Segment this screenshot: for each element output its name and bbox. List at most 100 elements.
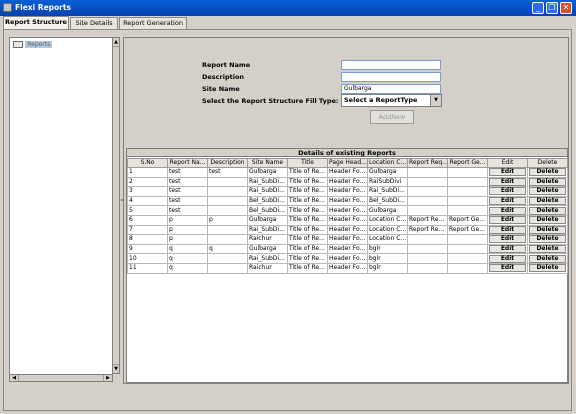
delete-button[interactable]: Delete [529, 235, 566, 244]
delete-cell: Delete [527, 214, 568, 226]
column-header[interactable]: Site Name [247, 158, 288, 168]
table-cell: Rai_SubDi... [247, 176, 288, 188]
edit-cell: Edit [487, 253, 528, 264]
tree-vertical-scrollbar[interactable]: ▲ ▼ [112, 37, 120, 374]
edit-button[interactable]: Edit [489, 168, 526, 177]
table-cell: 9 [127, 243, 168, 255]
delete-cell: Delete [527, 195, 568, 207]
table-row[interactable]: 1 test test Gulbarga Title of Re... Header Fo… [127, 167, 568, 178]
report-type-select[interactable]: Select a ReportType ▼ [341, 94, 442, 107]
edit-button[interactable]: Edit [489, 235, 526, 244]
table-cell [207, 186, 248, 197]
table-cell [407, 243, 448, 255]
table-cell: q [167, 262, 208, 274]
tab-site-details[interactable]: Site Details [70, 17, 118, 29]
delete-button[interactable]: Delete [529, 254, 566, 263]
edit-button[interactable]: Edit [489, 178, 526, 186]
tab-report-generation[interactable]: Report Generation [119, 17, 187, 29]
delete-button[interactable]: Delete [529, 178, 566, 186]
close-button[interactable]: ✕ [560, 2, 572, 14]
delete-button[interactable]: Delete [529, 216, 566, 225]
description-input[interactable] [341, 72, 441, 82]
column-header[interactable]: Report Req... [407, 158, 448, 168]
table-cell: 3 [127, 186, 168, 197]
table-cell [447, 195, 488, 207]
table-cell [207, 224, 248, 236]
tree-horizontal-scrollbar[interactable]: ◀ ▶ [9, 374, 113, 382]
add-new-button[interactable]: AddNew [370, 110, 414, 124]
table-row[interactable]: 2 test Rai_SubDi... Title of Re... Header Fo… [127, 176, 568, 188]
tree-root-node[interactable]: Reports [13, 40, 53, 49]
edit-cell: Edit [487, 224, 528, 236]
edit-button[interactable]: Edit [489, 206, 526, 215]
delete-button[interactable]: Delete [529, 264, 566, 273]
report-name-input[interactable] [341, 60, 441, 70]
minimize-button[interactable]: _ [532, 2, 544, 14]
table-row[interactable]: 9 q q Gulbarga Title of Re... Header Fo... bgl… [127, 243, 568, 255]
delete-button[interactable]: Delete [529, 226, 566, 234]
table-cell: Header Fo... [327, 234, 368, 245]
column-header[interactable]: Report Na... [167, 158, 208, 168]
scroll-down-icon[interactable]: ▼ [113, 365, 119, 373]
delete-button[interactable]: Delete [529, 206, 566, 215]
edit-button[interactable]: Edit [489, 187, 526, 196]
fill-type-label: Select the Report Structure Fill Type: [202, 97, 339, 105]
site-name-input[interactable]: Gulbarga [341, 84, 441, 94]
column-header[interactable]: Delete [527, 158, 568, 168]
maximize-button[interactable]: ❐ [546, 2, 558, 14]
edit-button[interactable]: Edit [489, 245, 526, 253]
table-row[interactable]: 3 test Rai_SubDi... Title of Re... Header Fo… [127, 186, 568, 197]
table-cell [207, 234, 248, 245]
delete-button[interactable]: Delete [529, 168, 566, 177]
scroll-left-icon[interactable]: ◀ [10, 375, 18, 381]
delete-button[interactable]: Delete [529, 197, 566, 205]
delete-cell: Delete [527, 253, 568, 264]
table-cell: Gulbarga [367, 167, 408, 178]
table-row[interactable]: 8 p Raichur Title of Re... Header Fo... Locat… [127, 234, 568, 245]
edit-button[interactable]: Edit [489, 264, 526, 273]
table-row[interactable]: 11 q Raichur Title of Re... Header Fo... bglr… [127, 262, 568, 274]
chevron-down-icon[interactable]: ▼ [430, 95, 441, 106]
table-cell [447, 253, 488, 264]
delete-button[interactable]: Delete [529, 245, 566, 253]
scroll-thumb[interactable] [113, 46, 119, 365]
report-tree[interactable]: Reports [9, 37, 113, 381]
edit-button[interactable]: Edit [489, 197, 526, 205]
tab-report-structure[interactable]: Report Structure [3, 16, 69, 29]
column-header[interactable]: Description [207, 158, 248, 168]
edit-button[interactable]: Edit [489, 254, 526, 263]
edit-button[interactable]: Edit [489, 226, 526, 234]
table-cell: Title of Re... [287, 205, 328, 216]
column-header[interactable]: Report Ge... [447, 158, 488, 168]
table-row[interactable]: 4 test Bel_SubDi... Title of Re... Header Fo… [127, 195, 568, 207]
table-cell [207, 262, 248, 274]
table-cell: test [167, 195, 208, 207]
edit-button[interactable]: Edit [489, 216, 526, 225]
table-cell: bglr [367, 253, 408, 264]
title-bar: Flexi Reports _ ❐ ✕ [0, 0, 576, 16]
table-cell: test [167, 186, 208, 197]
scroll-up-icon[interactable]: ▲ [113, 38, 119, 46]
delete-button[interactable]: Delete [529, 187, 566, 196]
column-header[interactable]: Title [287, 158, 328, 168]
table-row[interactable]: 6 p p Gulbarga Title of Re... Header Fo... Loc… [127, 214, 568, 226]
delete-cell: Delete [527, 176, 568, 188]
scroll-thumb-horizontal[interactable] [18, 375, 104, 381]
table-cell: q [167, 253, 208, 264]
edit-cell: Edit [487, 205, 528, 216]
column-header[interactable]: Edit [487, 158, 528, 168]
table-row[interactable]: 10 q Rai_SubDi... Title of Re... Header Fo..… [127, 253, 568, 264]
table-cell: Rai_SubDi... [247, 253, 288, 264]
table-row[interactable]: 7 p Rai_SubDi... Title of Re... Header Fo...… [127, 224, 568, 236]
edit-cell: Edit [487, 195, 528, 207]
column-header[interactable]: Location C... [367, 158, 408, 168]
scroll-right-icon[interactable]: ▶ [104, 375, 112, 381]
column-header[interactable]: Page Head... [327, 158, 368, 168]
column-header[interactable]: S.No [127, 158, 168, 168]
table-cell: Header Fo... [327, 167, 368, 178]
table-row[interactable]: 5 test Bel_SubDi... Title of Re... Header Fo… [127, 205, 568, 216]
delete-cell: Delete [527, 186, 568, 197]
report-name-label: Report Name [202, 61, 251, 69]
report-form-pane: Report Name Description Site Name Gulbar… [123, 37, 569, 384]
table-cell: Header Fo... [327, 253, 368, 264]
